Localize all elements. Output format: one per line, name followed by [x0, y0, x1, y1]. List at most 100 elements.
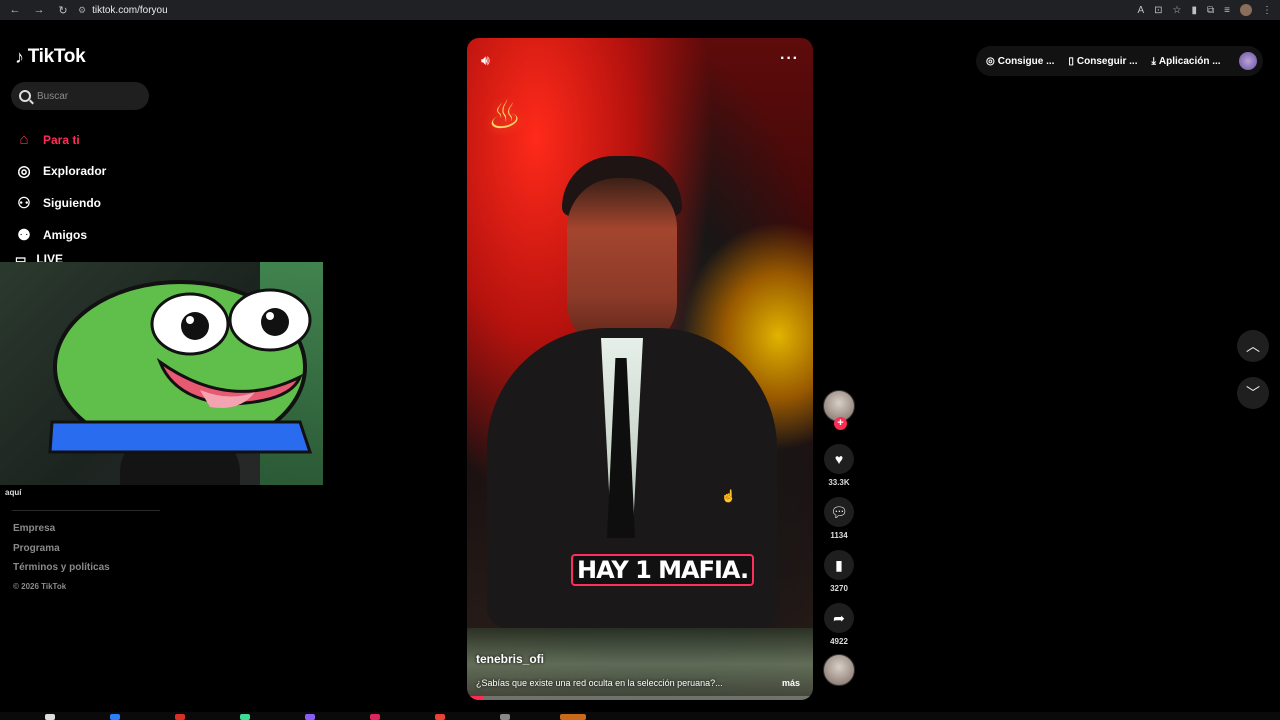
search-input[interactable]: [37, 90, 137, 102]
download-app-label: Aplicación ...: [1158, 55, 1221, 67]
sidebar-item-following[interactable]: ⚇ Siguiendo: [15, 187, 106, 219]
browser-nav: ← → ↻: [8, 4, 70, 17]
os-taskbar: [0, 712, 1280, 720]
chevron-down-icon: ﹀: [1246, 385, 1260, 401]
like-count: 33.3K: [828, 478, 850, 487]
save-count: 3270: [830, 584, 848, 593]
download-app-button[interactable]: ⤓ Aplicación ...: [1151, 56, 1220, 67]
footer-link-terms[interactable]: Términos y políticas: [13, 562, 110, 582]
sidebar-item-label: Para ti: [43, 132, 80, 147]
sidebar-item-label: Amigos: [43, 227, 88, 242]
translate-icon[interactable]: A: [1137, 5, 1144, 16]
profile-avatar[interactable]: [1240, 4, 1252, 16]
video-actions: + ♥ 33.3K 💬︎ 1134 ▮ 3270 ➦ 4922: [822, 390, 858, 686]
neon-sign-art: ♨: [482, 90, 522, 140]
video-progress-fill: [467, 696, 485, 700]
home-icon: ⌂: [19, 131, 29, 149]
video-player[interactable]: ♨ 🔊︎ ··· HAY 1 MAFIA. tenebris_ofi ¿Sabí…: [467, 38, 813, 700]
taskbar-app-icon[interactable]: [435, 714, 445, 720]
taskbar-app-icon[interactable]: [45, 714, 55, 720]
download-icon: ⤓: [1151, 55, 1156, 67]
footer-copyright: © 2026 TikTok: [13, 581, 67, 591]
sidebar: ♪ TikTok ⌂ Para ti ◎ Explorador ⚇ Siguie…: [0, 20, 330, 720]
video-progress-bar[interactable]: [467, 696, 813, 700]
pepe-frog-icon: [48, 280, 313, 454]
share-button[interactable]: ➦: [824, 603, 854, 633]
video-overlay-caption: HAY 1 MAFIA.: [571, 554, 755, 586]
tab-search-icon[interactable]: ≡: [1224, 5, 1230, 16]
extensions-puzzle-icon[interactable]: ⧉: [1207, 5, 1214, 16]
user-avatar[interactable]: [1238, 52, 1257, 70]
tiktok-logo[interactable]: ♪ TikTok: [15, 46, 86, 68]
share-arrow-icon: ➦: [833, 609, 845, 626]
next-video-button[interactable]: ﹀: [1237, 377, 1269, 409]
video-figure-head: [567, 178, 677, 348]
sidebar-item-label: LIVE: [36, 252, 64, 262]
sidebar-item-label: Explorador: [43, 164, 107, 179]
sidebar-item-explore[interactable]: ◎ Explorador: [15, 156, 106, 188]
volume-icon[interactable]: 🔊︎: [481, 52, 490, 69]
browser-menu-icon[interactable]: ⋮: [1262, 5, 1272, 16]
webcam-caption: aquí: [5, 488, 22, 497]
footer-link-program[interactable]: Programa: [13, 543, 110, 563]
phone-icon: ▯: [1068, 55, 1074, 67]
forward-arrow-icon[interactable]: →: [32, 4, 46, 17]
back-arrow-icon[interactable]: ←: [8, 4, 22, 17]
taskbar-app-icon[interactable]: [175, 714, 185, 720]
taskbar-app-icon[interactable]: [110, 714, 120, 720]
sound-disc-avatar[interactable]: [823, 654, 855, 686]
comment-icon: 💬︎: [830, 503, 848, 520]
footer-link-company[interactable]: Empresa: [13, 523, 110, 543]
reload-icon[interactable]: ↻: [56, 4, 70, 17]
site-info-icon[interactable]: ⚙: [78, 5, 86, 16]
heart-icon: ♥: [834, 451, 844, 467]
install-icon[interactable]: ⊡: [1154, 5, 1162, 16]
browser-toolbar: ← → ↻ ⚙ tiktok.com/foryou A ⊡ ☆ ▮ ⧉ ≡ ⋮: [0, 0, 1280, 20]
taskbar-app-icon[interactable]: [305, 714, 315, 720]
taskbar-app-icon[interactable]: [240, 714, 250, 720]
creator-avatar[interactable]: +: [823, 390, 855, 430]
previous-video-button[interactable]: ︿: [1237, 330, 1269, 362]
sidebar-item-friends[interactable]: ⚉ Amigos: [15, 219, 106, 251]
taskbar-app-icon[interactable]: [370, 714, 380, 720]
address-bar[interactable]: ⚙ tiktok.com/foryou: [78, 1, 168, 19]
sidebar-item-for-you[interactable]: ⌂ Para ti: [15, 124, 106, 156]
extension-icon[interactable]: ▮: [1192, 5, 1198, 16]
bookmark-icon: ▮: [835, 556, 843, 573]
browser-actions: A ⊡ ☆ ▮ ⧉ ≡ ⋮: [1137, 4, 1272, 16]
comment-button[interactable]: 💬︎: [824, 497, 854, 527]
more-options-icon[interactable]: ···: [780, 50, 799, 68]
sidebar-item-live[interactable]: ▭ LIVE: [15, 252, 63, 262]
overlay-text: HAY 1 MAFIA.: [571, 554, 755, 586]
sidebar-menu: ⌂ Para ti ◎ Explorador ⚇ Siguiendo ⚉ Ami…: [15, 124, 106, 250]
top-action-bar: ◎ Consigue ... ▯ Conseguir ... ⤓ Aplicac…: [976, 46, 1263, 76]
user-follow-icon: ⚇: [17, 194, 31, 212]
share-count: 4922: [830, 637, 848, 646]
sidebar-divider: [12, 510, 160, 511]
friends-icon: ⚉: [17, 226, 31, 244]
get-app-button[interactable]: ▯ Conseguir ...: [1068, 56, 1137, 67]
comment-count: 1134: [830, 531, 848, 540]
video-username[interactable]: tenebris_ofi: [476, 652, 544, 666]
taskbar-app-icon[interactable]: [500, 714, 510, 720]
more-description-button[interactable]: más: [782, 678, 800, 688]
tiktok-note-icon: ♪: [15, 46, 24, 67]
webcam-overlay: [0, 262, 323, 485]
taskbar-app-icon[interactable]: [560, 714, 586, 720]
get-coins-label: Consigue ...: [997, 55, 1055, 67]
mouse-cursor-icon: ☝: [721, 489, 736, 503]
save-button[interactable]: ▮: [824, 550, 854, 580]
bookmark-star-icon[interactable]: ☆: [1173, 5, 1182, 16]
sidebar-item-label: Siguiendo: [43, 195, 101, 210]
get-coins-button[interactable]: ◎ Consigue ...: [986, 56, 1054, 67]
url-text: tiktok.com/foryou: [92, 4, 168, 16]
chevron-up-icon: ︿: [1246, 338, 1260, 354]
follow-plus-icon[interactable]: +: [834, 417, 847, 430]
get-app-label: Conseguir ...: [1076, 55, 1138, 67]
search-icon: [19, 90, 31, 102]
logo-text: TikTok: [27, 46, 86, 67]
like-button[interactable]: ♥: [824, 444, 854, 474]
coin-icon: ◎: [986, 55, 995, 67]
search-box[interactable]: [11, 82, 149, 110]
sidebar-footer: Empresa Programa Términos y políticas © …: [13, 523, 110, 601]
